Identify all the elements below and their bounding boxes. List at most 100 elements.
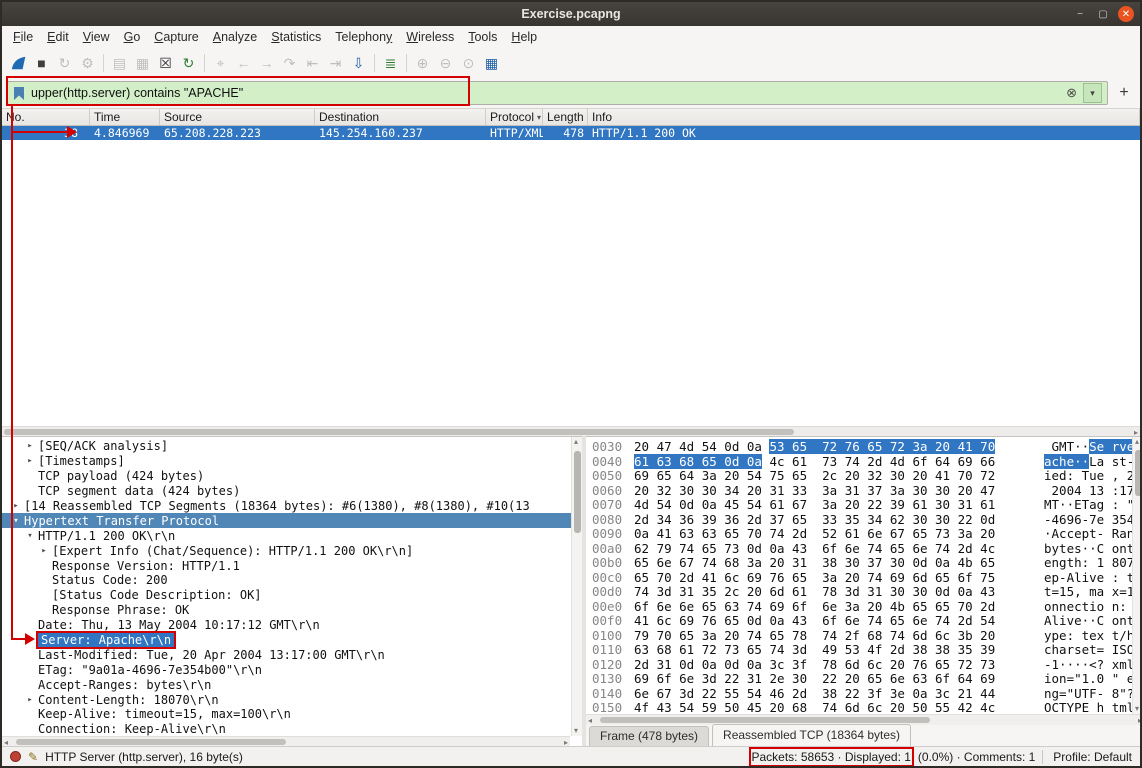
scroll-right-icon[interactable]: ▸ <box>1138 716 1142 726</box>
byte-view-tab[interactable]: Frame (478 bytes) <box>589 726 709 746</box>
byte-view-tab[interactable]: Reassembled TCP (18364 bytes) <box>712 724 911 746</box>
hex-row[interactable]: 00a062 79 74 65 73 0d 0a 43 6f 6e 74 65 … <box>586 541 1142 556</box>
tree-row[interactable]: [Status Code Description: OK] <box>2 588 582 603</box>
title-bar[interactable]: Exercise.pcapng −▢✕ <box>2 2 1140 26</box>
tree-row[interactable]: Date: Thu, 13 May 2004 10:17:12 GMT\r\n <box>2 618 582 633</box>
display-filter-text[interactable]: upper(http.server) contains "APACHE" <box>31 86 1060 100</box>
expert-info-icon[interactable] <box>10 751 21 762</box>
clear-filter-icon[interactable]: ⊗ <box>1066 85 1077 101</box>
scrollbar-handle[interactable] <box>4 429 794 435</box>
tree-row[interactable]: Last-Modified: Tue, 20 Apr 2004 13:17:00… <box>2 647 582 662</box>
menu-wireless[interactable]: Wireless <box>399 28 461 46</box>
tree-row[interactable]: Status Code: 200 <box>2 573 582 588</box>
display-filter-input[interactable]: upper(http.server) contains "APACHE" ⊗ ▾ <box>7 81 1108 105</box>
column-dropdown-icon[interactable]: ▾ <box>537 113 541 122</box>
tree-row[interactable]: ▸[Timestamps] <box>2 454 582 469</box>
menu-analyze[interactable]: Analyze <box>206 28 264 46</box>
tree-row[interactable]: TCP payload (424 bytes) <box>2 469 582 484</box>
column-header-time[interactable]: Time <box>90 109 160 125</box>
scrollbar-handle[interactable] <box>16 739 286 745</box>
column-header-proto[interactable]: Protocol▾ <box>486 109 543 125</box>
expand-icon[interactable]: ▸ <box>22 695 38 705</box>
collapse-icon[interactable]: ▾ <box>22 531 38 541</box>
expand-icon[interactable]: ▸ <box>8 501 24 511</box>
collapse-icon[interactable]: ▾ <box>8 516 24 526</box>
hex-row[interactable]: 00c065 70 2d 41 6c 69 76 65 3a 20 74 69 … <box>586 570 1142 585</box>
hex-row[interactable]: 010079 70 65 3a 20 74 65 78 74 2f 68 74 … <box>586 628 1142 643</box>
colorize-packets-icon[interactable]: ≣ <box>380 53 401 74</box>
hex-row[interactable]: 005069 65 64 3a 20 54 75 65 2c 20 32 30 … <box>586 468 1142 483</box>
tree-row[interactable]: Accept-Ranges: bytes\r\n <box>2 677 582 692</box>
auto-scroll-icon[interactable]: ⇩ <box>348 53 369 74</box>
hex-row[interactable]: 00704d 54 0d 0a 45 54 61 67 3a 20 22 39 … <box>586 497 1142 512</box>
column-header-len[interactable]: Length <box>543 109 588 125</box>
scroll-down-icon[interactable]: ▾ <box>574 726 578 736</box>
scrollbar-handle[interactable] <box>574 451 581 533</box>
hex-row[interactable]: 01406e 67 3d 22 55 54 46 2d 38 22 3f 3e … <box>586 686 1142 701</box>
scroll-down-icon[interactable]: ▾ <box>1135 704 1139 714</box>
tree-row[interactable]: ▸[Expert Info (Chat/Sequence): HTTP/1.1 … <box>2 543 582 558</box>
stop-capture-icon[interactable]: ■ <box>31 53 52 74</box>
tree-row[interactable]: ▾Hypertext Transfer Protocol <box>2 513 582 528</box>
profile-label[interactable]: Profile: Default <box>1042 750 1132 764</box>
expand-icon[interactable]: ▸ <box>36 546 52 556</box>
hex-row[interactable]: 01202d 31 0d 0a 0d 0a 3c 3f 78 6d 6c 20 … <box>586 657 1142 672</box>
close-button[interactable]: ✕ <box>1118 6 1134 22</box>
filter-bookmark-icon[interactable] <box>13 86 25 101</box>
packet-list-body[interactable]: 384.84696965.208.228.223145.254.160.237H… <box>2 126 1140 426</box>
menu-file[interactable]: File <box>6 28 40 46</box>
hex-row[interactable]: 011063 68 61 72 73 65 74 3d 49 53 4f 2d … <box>586 642 1142 657</box>
menu-telephony[interactable]: Telephony <box>328 28 399 46</box>
hex-row[interactable]: 003020 47 4d 54 0d 0a 53 65 72 76 65 72 … <box>586 439 1142 454</box>
hex-row[interactable]: 00d074 3d 31 35 2c 20 6d 61 78 3d 31 30 … <box>586 584 1142 599</box>
tree-row[interactable]: ▸Content-Length: 18070\r\n <box>2 692 582 707</box>
expand-icon[interactable]: ▸ <box>22 441 38 451</box>
scroll-up-icon[interactable]: ▴ <box>574 437 578 447</box>
column-header-no[interactable]: No. <box>2 109 90 125</box>
hex-row[interactable]: 004061 63 68 65 0d 0a 4c 61 73 74 2d 4d … <box>586 454 1142 469</box>
close-file-icon[interactable]: ☒ <box>155 53 176 74</box>
column-header-source[interactable]: Source <box>160 109 315 125</box>
scroll-up-icon[interactable]: ▴ <box>1135 437 1139 447</box>
hex-row[interactable]: 00900a 41 63 63 65 70 74 2d 52 61 6e 67 … <box>586 526 1142 541</box>
filter-dropdown-icon[interactable]: ▾ <box>1083 83 1102 103</box>
menu-view[interactable]: View <box>76 28 117 46</box>
menu-statistics[interactable]: Statistics <box>264 28 328 46</box>
capture-comment-icon[interactable]: ✎ <box>28 750 38 764</box>
scrollbar-handle[interactable] <box>1135 450 1142 496</box>
tree-row[interactable]: Response Version: HTTP/1.1 <box>2 558 582 573</box>
menu-help[interactable]: Help <box>504 28 544 46</box>
bytes-vscrollbar[interactable]: ▴ ▾ <box>1132 437 1142 714</box>
tree-row[interactable]: Server: Apache\r\n <box>2 633 582 648</box>
column-header-dest[interactable]: Destination <box>315 109 486 125</box>
menu-edit[interactable]: Edit <box>40 28 76 46</box>
menu-capture[interactable]: Capture <box>147 28 205 46</box>
tree-row[interactable]: ETag: "9a01a-4696-7e354b00"\r\n <box>2 662 582 677</box>
tree-row[interactable]: TCP segment data (424 bytes) <box>2 484 582 499</box>
hex-row[interactable]: 013069 6f 6e 3d 22 31 2e 30 22 20 65 6e … <box>586 671 1142 686</box>
minimize-button[interactable]: − <box>1072 6 1088 22</box>
add-filter-button[interactable]: + <box>1113 82 1135 104</box>
hex-row[interactable]: 01504f 43 54 59 50 45 20 68 74 6d 6c 20 … <box>586 700 1142 715</box>
maximize-button[interactable]: ▢ <box>1095 6 1111 22</box>
column-header-info[interactable]: Info <box>588 109 1140 125</box>
hex-row[interactable]: 00e06f 6e 6e 65 63 74 69 6f 6e 3a 20 4b … <box>586 599 1142 614</box>
menu-go[interactable]: Go <box>117 28 148 46</box>
tree-row[interactable]: Response Phrase: OK <box>2 603 582 618</box>
hex-row[interactable]: 00f041 6c 69 76 65 0d 0a 43 6f 6e 74 65 … <box>586 613 1142 628</box>
hex-row[interactable]: 006020 32 30 30 34 20 31 33 3a 31 37 3a … <box>586 483 1142 498</box>
menu-tools[interactable]: Tools <box>461 28 504 46</box>
hex-row[interactable]: 00b065 6e 67 74 68 3a 20 31 38 30 37 30 … <box>586 555 1142 570</box>
expand-icon[interactable]: ▸ <box>22 456 38 466</box>
hex-row[interactable]: 00802d 34 36 39 36 2d 37 65 33 35 34 62 … <box>586 512 1142 527</box>
scrollbar-handle[interactable] <box>600 717 930 723</box>
tree-row[interactable]: ▸[SEQ/ACK analysis] <box>2 439 582 454</box>
resize-columns-icon[interactable]: ▦ <box>481 53 502 74</box>
reload-file-icon[interactable]: ↻ <box>178 53 199 74</box>
tree-row[interactable]: ▸[14 Reassembled TCP Segments (18364 byt… <box>2 499 582 514</box>
tree-row[interactable]: ▾HTTP/1.1 200 OK\r\n <box>2 528 582 543</box>
tree-row[interactable]: Keep-Alive: timeout=15, max=100\r\n <box>2 707 582 722</box>
start-capture-icon[interactable] <box>8 53 29 74</box>
tree-row[interactable]: Connection: Keep-Alive\r\n <box>2 722 582 737</box>
packet-row[interactable]: 384.84696965.208.228.223145.254.160.237H… <box>2 126 1140 140</box>
